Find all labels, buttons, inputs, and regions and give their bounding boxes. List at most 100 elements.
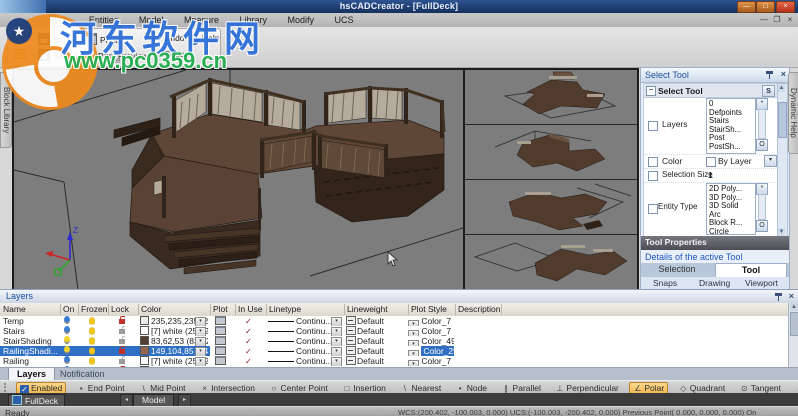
main-3d-viewport[interactable]: Z — [12, 68, 465, 292]
layers-scroll-up-icon[interactable]: ▲ — [790, 303, 798, 311]
aux-viewport-3[interactable] — [465, 180, 637, 235]
collapse-icon[interactable]: − — [646, 86, 656, 96]
tab-drawing[interactable]: Drawing — [699, 278, 730, 288]
linetype-dropdown-icon[interactable]: ▾ — [331, 327, 342, 336]
layers-scrollbar[interactable]: ▲ — [788, 303, 798, 368]
sun-frozen-icon[interactable] — [89, 318, 95, 324]
pin-icon[interactable] — [766, 71, 773, 79]
scroll-down-icon[interactable]: ▼ — [778, 228, 785, 236]
color-picker-icon[interactable]: ▾ — [195, 327, 206, 336]
sun-frozen-icon[interactable] — [89, 358, 95, 364]
bylayer-checkbox[interactable] — [706, 157, 716, 167]
toolbar-grip[interactable] — [4, 383, 9, 392]
col-lock[interactable]: Lock — [108, 304, 139, 315]
selection-size-value[interactable]: 1 — [708, 170, 713, 180]
sun-frozen-icon[interactable] — [89, 338, 95, 344]
linetype-dropdown-icon[interactable]: ▾ — [331, 347, 342, 356]
col-on[interactable]: On — [60, 304, 79, 315]
plot-printer-icon[interactable] — [215, 316, 226, 325]
plot-printer-icon[interactable] — [215, 346, 226, 355]
lock-icon[interactable] — [119, 329, 125, 334]
layers-checkbox[interactable] — [648, 121, 658, 131]
aux-viewport-4[interactable] — [465, 235, 637, 290]
lock-icon[interactable] — [119, 349, 125, 354]
layers-listbox[interactable]: 0 Defpoints Stairs StairSh... Post PostS… — [706, 98, 756, 154]
plot-printer-icon[interactable] — [215, 356, 226, 365]
tab-viewport[interactable]: Viewport — [745, 278, 778, 288]
col-plot[interactable]: Plot — [210, 304, 236, 315]
color-dropdown-icon[interactable]: ▾ — [764, 155, 777, 167]
layers-list-scrollbar[interactable] — [758, 109, 766, 139]
entity-type-listbox[interactable]: 2D Poly... 3D Poly... 3D Solid Arc Block… — [706, 183, 756, 235]
lock-icon[interactable] — [119, 339, 125, 344]
tool-details-link[interactable]: Details of the active Tool — [645, 252, 742, 262]
block-library-tab[interactable]: Block Library — [0, 72, 12, 148]
title-bar[interactable]: hsCADCreator - [FullDeck] — □ × — [0, 0, 798, 13]
bulb-on-icon[interactable] — [64, 346, 70, 354]
plot-printer-icon[interactable] — [215, 336, 226, 345]
layers-pin-icon[interactable] — [775, 293, 782, 301]
color-picker-icon[interactable]: ▾ — [195, 337, 206, 346]
color-checkbox[interactable] — [648, 157, 658, 167]
sun-frozen-icon[interactable] — [89, 348, 95, 354]
color-swatch[interactable] — [140, 326, 149, 335]
tab-snaps[interactable]: Snaps — [653, 278, 677, 288]
menu-entities[interactable]: Entities — [80, 13, 128, 25]
new-button[interactable] — [14, 33, 27, 45]
panel-scrollbar[interactable]: ▲ ▼ — [777, 83, 788, 237]
mdi-restore-button[interactable]: ❐ — [771, 15, 783, 25]
help-button[interactable]: ?Help — [190, 33, 219, 45]
section-s-button[interactable]: S — [762, 85, 775, 97]
select-tool-panel-header[interactable]: Select Tool × — [641, 68, 789, 83]
menu-view[interactable]: View — [40, 13, 77, 25]
linetype-dropdown-icon[interactable]: ▾ — [331, 337, 342, 346]
linetype-dropdown-icon[interactable]: ▾ — [331, 357, 342, 366]
bulb-on-icon[interactable] — [64, 316, 70, 324]
scroll-thumb[interactable] — [778, 102, 787, 138]
menu-modify[interactable]: Modify — [279, 13, 324, 25]
lock-icon[interactable] — [119, 359, 125, 364]
lock-icon[interactable] — [119, 319, 125, 324]
layers-close-icon[interactable]: × — [789, 291, 794, 301]
plot-printer-icon[interactable] — [215, 326, 226, 335]
entity-list-scrollbar[interactable] — [758, 194, 766, 220]
color-picker-icon[interactable]: ▾ — [195, 357, 206, 366]
selection-size-checkbox[interactable] — [648, 171, 658, 181]
table-row-temp[interactable]: Temp 235,235,235 (23...▾ ✓ Continu...▾ D… — [0, 316, 788, 326]
col-plotstyle[interactable]: Plot Style — [408, 304, 456, 315]
col-lineweight[interactable]: Lineweight — [344, 304, 409, 315]
table-row-stairshading[interactable]: StairShading 83,62,53 (83,62...▾ ✓ Conti… — [0, 336, 788, 346]
save-button[interactable]: Save — [38, 33, 72, 45]
section-header[interactable]: − Select Tool S — [644, 84, 778, 98]
sun-frozen-icon[interactable] — [89, 328, 95, 334]
close-button[interactable]: × — [776, 1, 795, 13]
undo-button[interactable]: ↶Undo — [152, 33, 185, 45]
col-linetype[interactable]: Linetype — [266, 304, 345, 315]
color-swatch[interactable] — [140, 316, 149, 325]
select-none-button[interactable]: O — [756, 139, 768, 151]
bulb-on-icon[interactable] — [64, 326, 70, 334]
entity-type-checkbox[interactable] — [648, 204, 658, 214]
layers-scroll-thumb[interactable] — [790, 312, 798, 336]
bulb-on-icon[interactable] — [64, 356, 70, 364]
color-picker-icon[interactable]: ▾ — [195, 347, 206, 356]
table-row-stairs[interactable]: Stairs [7] white (255,2...▾ ✓ Continu...… — [0, 326, 788, 336]
layers-panel-header[interactable]: Layers × — [0, 290, 798, 304]
color-swatch[interactable] — [140, 356, 149, 365]
aux-viewport-1[interactable] — [465, 70, 637, 125]
tab-selection[interactable]: Selection — [641, 263, 713, 277]
col-frozen[interactable]: Frozen — [78, 304, 109, 315]
col-inuse[interactable]: In Use — [235, 304, 267, 315]
panel-close-icon[interactable]: × — [781, 69, 786, 79]
menu-ucs[interactable]: UCS — [326, 13, 363, 25]
entity-select-none-button[interactable]: O — [756, 220, 768, 232]
col-color[interactable]: Color — [138, 304, 211, 315]
color-picker-icon[interactable]: ▾ — [195, 317, 206, 326]
color-swatch[interactable] — [140, 346, 149, 355]
aux-viewport-2[interactable] — [465, 125, 637, 180]
menu-measure[interactable]: Measure — [175, 13, 228, 25]
linetype-dropdown-icon[interactable]: ▾ — [331, 317, 342, 326]
minimize-button[interactable]: — — [737, 1, 756, 13]
tab-tool[interactable]: Tool — [715, 263, 787, 278]
col-description[interactable]: Description — [455, 304, 502, 315]
